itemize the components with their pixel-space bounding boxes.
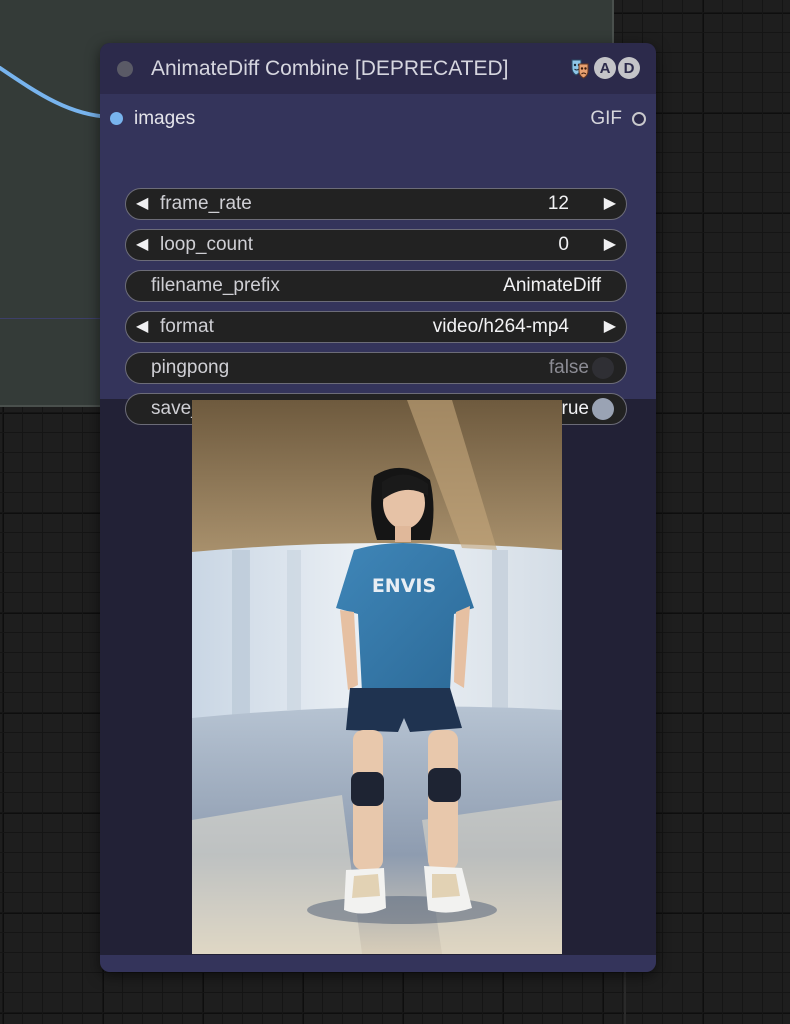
badge-a: A bbox=[594, 57, 616, 79]
filename-prefix-label: filename_prefix bbox=[151, 275, 280, 296]
filename-prefix-value[interactable]: AnimateDiff bbox=[503, 271, 601, 300]
format-next-icon[interactable]: ▶ bbox=[604, 312, 616, 341]
io-row: images GIF bbox=[100, 108, 656, 130]
format-label: format bbox=[160, 316, 214, 337]
pingpong-label: pingpong bbox=[151, 357, 230, 378]
gif-output-label: GIF bbox=[590, 108, 622, 129]
loop-count-increment-icon[interactable]: ▶ bbox=[604, 230, 616, 259]
pingpong-value: false bbox=[548, 357, 589, 378]
images-input-slot[interactable] bbox=[110, 112, 123, 125]
frame-rate-decrement-icon[interactable]: ◀ bbox=[136, 189, 148, 218]
node-title: AnimateDiff Combine [DEPRECATED] bbox=[151, 56, 509, 80]
frame-rate-widget[interactable]: ◀ frame_rate 12 ▶ bbox=[125, 188, 627, 220]
frame-rate-increment-icon[interactable]: ▶ bbox=[604, 189, 616, 218]
filename-prefix-widget[interactable]: filename_prefix AnimateDiff bbox=[125, 270, 627, 302]
loop-count-label: loop_count bbox=[160, 234, 253, 255]
pingpong-toggle[interactable]: pingpong false bbox=[125, 352, 627, 384]
node-body: images GIF ◀ frame_rate 12 ▶ ◀ loop_coun… bbox=[100, 94, 656, 425]
gif-output-slot[interactable] bbox=[632, 112, 646, 126]
preview-shirt-text: ENVIS bbox=[372, 575, 436, 597]
node-badges: A D bbox=[568, 56, 640, 80]
pingpong-toggle-knob[interactable] bbox=[592, 357, 614, 379]
preview-image: ENVIS bbox=[192, 400, 562, 954]
save-image-toggle-knob[interactable] bbox=[592, 398, 614, 420]
animation-preview[interactable]: ENVIS bbox=[192, 400, 562, 954]
frame-rate-value[interactable]: 12 bbox=[548, 189, 569, 218]
animatediff-combine-node[interactable]: AnimateDiff Combine [DEPRECATED] A D ima… bbox=[100, 43, 656, 972]
loop-count-value[interactable]: 0 bbox=[558, 230, 569, 259]
format-prev-icon[interactable]: ◀ bbox=[136, 312, 148, 341]
format-widget[interactable]: ◀ format video/h264-mp4 ▶ bbox=[125, 311, 627, 343]
theater-mask-icon bbox=[568, 56, 592, 80]
badge-d: D bbox=[618, 57, 640, 79]
node-header[interactable]: AnimateDiff Combine [DEPRECATED] A D bbox=[100, 43, 656, 94]
loop-count-widget[interactable]: ◀ loop_count 0 ▶ bbox=[125, 229, 627, 261]
collapse-toggle[interactable] bbox=[117, 60, 133, 77]
node-footer bbox=[100, 955, 656, 972]
images-input-label: images bbox=[134, 108, 196, 129]
loop-count-decrement-icon[interactable]: ◀ bbox=[136, 230, 148, 259]
frame-rate-label: frame_rate bbox=[160, 193, 252, 214]
format-value[interactable]: video/h264-mp4 bbox=[433, 312, 569, 341]
